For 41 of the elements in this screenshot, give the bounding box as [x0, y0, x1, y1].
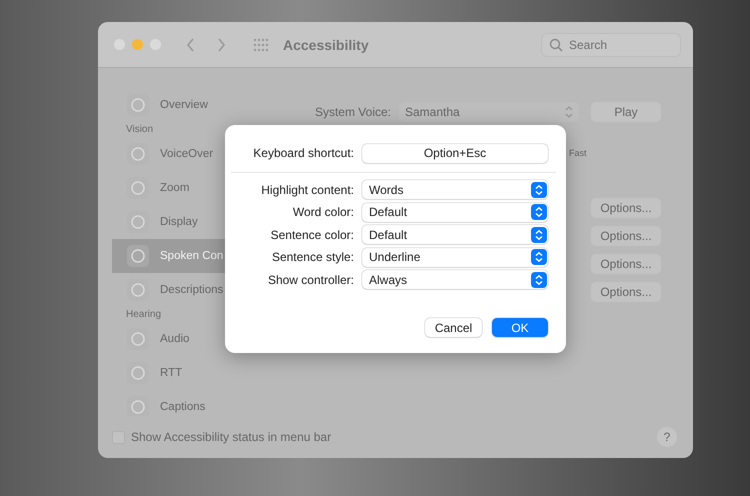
settings-tile-icon: [126, 244, 150, 268]
rate-label: Fast: [568, 148, 586, 158]
minimize-button[interactable]: [132, 39, 143, 50]
updown-chevron-icon: [531, 204, 547, 220]
setting-dropdown[interactable]: Default: [362, 202, 548, 222]
updown-chevron-icon: [531, 182, 547, 198]
setting-dropdown[interactable]: Always: [362, 270, 548, 290]
setting-label: Sentence color:: [270, 228, 354, 242]
play-button[interactable]: Play: [591, 102, 661, 122]
setting-label: Show controller:: [266, 272, 354, 287]
setting-label: Highlight content:: [260, 182, 354, 197]
setting-dropdown[interactable]: Underline: [362, 248, 548, 267]
shortcut-label: Keyboard shortcut:: [252, 146, 354, 160]
checkbox-label: Show Accessibility status in menu bar: [131, 430, 332, 444]
help-button[interactable]: ?: [657, 427, 677, 447]
shortcut-field[interactable]: Option+Esc: [362, 144, 548, 163]
options-button[interactable]: Options...: [591, 254, 661, 274]
setting-dropdown[interactable]: Words: [362, 180, 548, 200]
grid-icon[interactable]: [253, 38, 269, 52]
search-field[interactable]: Search: [541, 32, 681, 56]
sidebar-item[interactable]: RTT: [112, 356, 269, 390]
search-icon: [549, 38, 563, 52]
system-voice-label: System Voice:: [314, 105, 391, 119]
updown-chevron-icon: [531, 249, 547, 266]
window-title: Accessibility: [283, 36, 369, 52]
updown-chevron-icon: [531, 226, 547, 243]
options-button[interactable]: Options...: [591, 198, 661, 218]
options-button[interactable]: Options...: [591, 282, 661, 302]
options-button[interactable]: Options...: [591, 226, 661, 246]
setting-label: Word color:: [292, 205, 354, 220]
cancel-button[interactable]: Cancel: [425, 318, 482, 337]
sidebar-item[interactable]: Overview: [112, 88, 269, 122]
system-voice-dropdown[interactable]: Samantha: [399, 102, 579, 122]
setting-label: Sentence style:: [270, 250, 354, 264]
updown-chevron-icon: [531, 272, 547, 288]
setting-dropdown[interactable]: Default: [362, 225, 548, 244]
sidebar-section-header: Hearing: [125, 308, 162, 322]
sidebar-item[interactable]: Captions: [112, 390, 269, 416]
ok-button[interactable]: OK: [492, 318, 548, 337]
sidebar-section-header: Vision: [125, 123, 154, 137]
updown-chevron-icon: [565, 106, 573, 118]
